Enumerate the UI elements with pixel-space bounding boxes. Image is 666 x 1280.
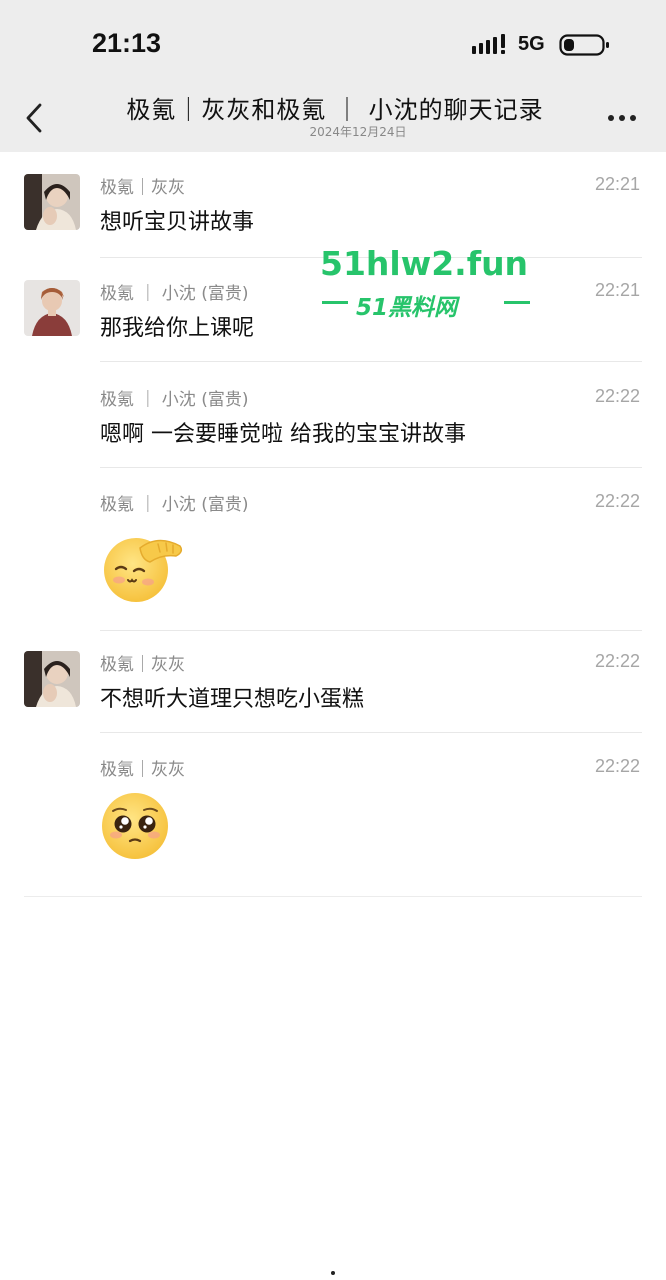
battery-icon xyxy=(559,34,609,56)
page-title: 极氪｜灰灰和极氪 ｜ 小沈的聊天记录 xyxy=(126,96,544,124)
message-divider xyxy=(100,732,642,733)
signal-strength-icon xyxy=(472,34,505,54)
avatar-xiaoshen xyxy=(24,280,80,336)
pleading-emoji-icon[interactable] xyxy=(100,789,172,861)
avatar-huihui xyxy=(24,174,80,230)
watermark-right-dash xyxy=(504,301,530,304)
chat-message[interactable]: 极氪 ｜ 小沈 (富贵) 22:22 嗯啊 一会要睡觉啦 给我的宝宝讲故事 xyxy=(0,364,666,469)
sender-name: 极氪｜灰灰 xyxy=(100,178,185,198)
sender-name: 极氪 ｜ 小沈 (富贵) xyxy=(100,284,249,304)
chat-message[interactable]: 极氪｜灰灰 22:22 不想听大道理只想吃小蛋糕 xyxy=(0,630,666,734)
chat-end-divider xyxy=(24,896,642,897)
sender-name: 极氪 ｜ 小沈 (富贵) xyxy=(100,390,249,410)
watermark-site-name: 51黑料网 xyxy=(356,295,458,321)
sender-name: 极氪 ｜ 小沈 (富贵) xyxy=(100,495,249,515)
chat-message[interactable]: 极氪｜灰灰 22:22 xyxy=(0,734,666,894)
sender-name: 极氪｜灰灰 xyxy=(100,655,185,675)
watermark-banner: 51黑料网 xyxy=(322,288,534,321)
status-time: 21:13 xyxy=(92,28,162,58)
sender-name: 极氪｜灰灰 xyxy=(100,760,185,780)
message-text: 嗯啊 一会要睡觉啦 给我的宝宝讲故事 xyxy=(100,422,466,447)
message-text: 想听宝贝讲故事 xyxy=(100,210,255,235)
chat-message[interactable]: 极氪 ｜ 小沈 (富贵) 22:22 xyxy=(0,469,666,630)
nav-bar: 极氪｜灰灰和极氪 ｜ 小沈的聊天记录 2024年12月24日 xyxy=(0,90,666,152)
message-time: 22:21 xyxy=(594,280,640,300)
status-bar: 21:13 5G xyxy=(0,0,666,90)
chat-message[interactable]: 极氪｜灰灰 22:21 想听宝贝讲故事 xyxy=(0,152,666,258)
message-divider xyxy=(100,467,642,468)
message-time: 22:22 xyxy=(594,651,640,671)
message-time: 22:22 xyxy=(594,386,640,406)
network-type-label: 5G xyxy=(518,33,545,55)
message-text: 那我给你上课呢 xyxy=(100,316,255,341)
salute-emoji-icon[interactable] xyxy=(100,526,186,606)
message-divider xyxy=(100,361,642,362)
watermark-domain: 51hlw2.fun xyxy=(320,244,529,283)
watermark-left-dash xyxy=(322,301,348,304)
message-time: 22:22 xyxy=(594,756,640,776)
message-time: 22:22 xyxy=(594,491,640,511)
message-time: 22:21 xyxy=(594,174,640,194)
avatar-huihui xyxy=(24,651,80,707)
bottom-indicator-dot xyxy=(331,1271,335,1275)
page-subtitle-date: 2024年12月24日 xyxy=(309,125,407,139)
message-text: 不想听大道理只想吃小蛋糕 xyxy=(100,687,365,712)
more-options-icon[interactable] xyxy=(602,104,642,128)
back-arrow-icon[interactable] xyxy=(14,96,54,140)
top-area: 21:13 5G 极氪｜灰灰和极氪 ｜ 小沈的聊天记录 2024年12月24日 xyxy=(0,0,666,152)
